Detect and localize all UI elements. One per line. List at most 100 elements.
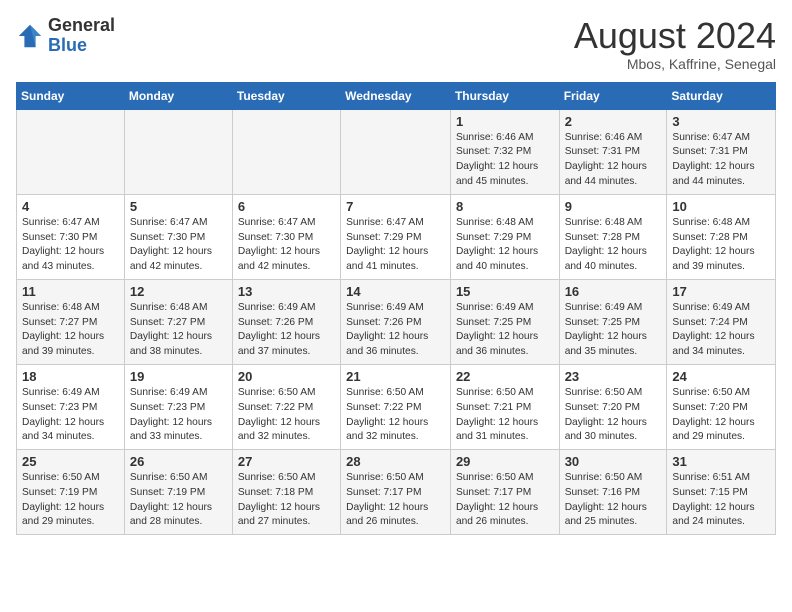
day-number: 6 (238, 199, 335, 214)
day-number: 5 (130, 199, 227, 214)
day-number: 3 (672, 114, 770, 129)
page-header: General Blue August 2024 Mbos, Kaffrine,… (16, 16, 776, 72)
day-info: Sunrise: 6:49 AM Sunset: 7:25 PM Dayligh… (456, 301, 554, 360)
day-info: Sunrise: 6:50 AM Sunset: 7:19 PM Dayligh… (22, 471, 119, 530)
logo: General Blue (16, 16, 115, 56)
column-header-friday: Friday (559, 82, 667, 109)
day-number: 28 (346, 454, 445, 469)
calendar-cell: 27 Sunrise: 6:50 AM Sunset: 7:18 PM Dayli… (232, 450, 340, 535)
day-number: 31 (672, 454, 770, 469)
day-number: 30 (565, 454, 662, 469)
day-info: Sunrise: 6:49 AM Sunset: 7:24 PM Dayligh… (672, 301, 770, 360)
day-info: Sunrise: 6:47 AM Sunset: 7:30 PM Dayligh… (238, 216, 335, 275)
calendar-cell (232, 109, 340, 194)
day-info: Sunrise: 6:48 AM Sunset: 7:29 PM Dayligh… (456, 216, 554, 275)
calendar-cell: 3 Sunrise: 6:47 AM Sunset: 7:31 PM Daylig… (667, 109, 776, 194)
calendar-title: August 2024 (574, 16, 776, 56)
calendar-cell (17, 109, 125, 194)
calendar-week-2: 4 Sunrise: 6:47 AM Sunset: 7:30 PM Daylig… (17, 194, 776, 279)
day-info: Sunrise: 6:51 AM Sunset: 7:15 PM Dayligh… (672, 471, 770, 530)
day-info: Sunrise: 6:47 AM Sunset: 7:30 PM Dayligh… (22, 216, 119, 275)
calendar-cell: 8 Sunrise: 6:48 AM Sunset: 7:29 PM Daylig… (450, 194, 559, 279)
day-number: 18 (22, 369, 119, 384)
calendar-week-1: 1 Sunrise: 6:46 AM Sunset: 7:32 PM Daylig… (17, 109, 776, 194)
day-number: 7 (346, 199, 445, 214)
column-header-wednesday: Wednesday (341, 82, 451, 109)
calendar-cell: 1 Sunrise: 6:46 AM Sunset: 7:32 PM Daylig… (450, 109, 559, 194)
calendar-cell: 30 Sunrise: 6:50 AM Sunset: 7:16 PM Dayli… (559, 450, 667, 535)
day-info: Sunrise: 6:48 AM Sunset: 7:27 PM Dayligh… (22, 301, 119, 360)
day-number: 27 (238, 454, 335, 469)
calendar-cell: 23 Sunrise: 6:50 AM Sunset: 7:20 PM Dayli… (559, 364, 667, 449)
day-info: Sunrise: 6:50 AM Sunset: 7:17 PM Dayligh… (456, 471, 554, 530)
day-number: 8 (456, 199, 554, 214)
calendar-cell: 13Sunrise: 6:49 AM Sunset: 7:26 PM Dayli… (232, 279, 340, 364)
calendar-cell: 5 Sunrise: 6:47 AM Sunset: 7:30 PM Daylig… (124, 194, 232, 279)
calendar-week-4: 18 Sunrise: 6:49 AM Sunset: 7:23 PM Dayli… (17, 364, 776, 449)
calendar-cell: 9 Sunrise: 6:48 AM Sunset: 7:28 PM Daylig… (559, 194, 667, 279)
column-header-tuesday: Tuesday (232, 82, 340, 109)
day-info: Sunrise: 6:50 AM Sunset: 7:20 PM Dayligh… (672, 386, 770, 445)
calendar-cell: 17 Sunrise: 6:49 AM Sunset: 7:24 PM Dayli… (667, 279, 776, 364)
calendar-cell: 24Sunrise: 6:50 AM Sunset: 7:20 PM Dayli… (667, 364, 776, 449)
day-number: 13 (238, 284, 335, 299)
calendar-subtitle: Mbos, Kaffrine, Senegal (574, 56, 776, 72)
calendar-cell: 25Sunrise: 6:50 AM Sunset: 7:19 PM Dayli… (17, 450, 125, 535)
day-info: Sunrise: 6:50 AM Sunset: 7:20 PM Dayligh… (565, 386, 662, 445)
calendar-cell (124, 109, 232, 194)
calendar-cell: 6 Sunrise: 6:47 AM Sunset: 7:30 PM Daylig… (232, 194, 340, 279)
logo-icon (16, 22, 44, 50)
column-header-saturday: Saturday (667, 82, 776, 109)
day-number: 22 (456, 369, 554, 384)
day-info: Sunrise: 6:48 AM Sunset: 7:28 PM Dayligh… (565, 216, 662, 275)
day-info: Sunrise: 6:48 AM Sunset: 7:28 PM Dayligh… (672, 216, 770, 275)
logo-text: General Blue (48, 16, 115, 56)
day-number: 20 (238, 369, 335, 384)
day-info: Sunrise: 6:50 AM Sunset: 7:17 PM Dayligh… (346, 471, 445, 530)
calendar-cell: 11 Sunrise: 6:48 AM Sunset: 7:27 PM Dayli… (17, 279, 125, 364)
calendar-cell: 31 Sunrise: 6:51 AM Sunset: 7:15 PM Dayli… (667, 450, 776, 535)
column-header-thursday: Thursday (450, 82, 559, 109)
day-number: 17 (672, 284, 770, 299)
calendar-cell: 10 Sunrise: 6:48 AM Sunset: 7:28 PM Dayli… (667, 194, 776, 279)
calendar-cell: 18Sunrise: 6:49 AM Sunset: 7:23 PM Dayli… (17, 364, 125, 449)
calendar-header-row: SundayMondayTuesdayWednesdayThursdayFrid… (17, 82, 776, 109)
day-info: Sunrise: 6:47 AM Sunset: 7:31 PM Dayligh… (672, 131, 770, 190)
calendar-cell: 29 Sunrise: 6:50 AM Sunset: 7:17 PM Dayli… (450, 450, 559, 535)
day-info: Sunrise: 6:49 AM Sunset: 7:25 PM Dayligh… (565, 301, 662, 360)
day-info: Sunrise: 6:50 AM Sunset: 7:16 PM Dayligh… (565, 471, 662, 530)
day-number: 11 (22, 284, 119, 299)
title-block: August 2024 Mbos, Kaffrine, Senegal (574, 16, 776, 72)
calendar-cell: 4 Sunrise: 6:47 AM Sunset: 7:30 PM Daylig… (17, 194, 125, 279)
day-info: Sunrise: 6:50 AM Sunset: 7:22 PM Dayligh… (346, 386, 445, 445)
calendar-cell: 7Sunrise: 6:47 AM Sunset: 7:29 PM Daylig… (341, 194, 451, 279)
day-number: 4 (22, 199, 119, 214)
calendar-cell: 16Sunrise: 6:49 AM Sunset: 7:25 PM Dayli… (559, 279, 667, 364)
day-number: 1 (456, 114, 554, 129)
day-info: Sunrise: 6:50 AM Sunset: 7:19 PM Dayligh… (130, 471, 227, 530)
calendar-cell: 20Sunrise: 6:50 AM Sunset: 7:22 PM Dayli… (232, 364, 340, 449)
calendar-body: 1 Sunrise: 6:46 AM Sunset: 7:32 PM Daylig… (17, 109, 776, 535)
day-info: Sunrise: 6:46 AM Sunset: 7:32 PM Dayligh… (456, 131, 554, 190)
calendar-table: SundayMondayTuesdayWednesdayThursdayFrid… (16, 82, 776, 536)
day-info: Sunrise: 6:50 AM Sunset: 7:21 PM Dayligh… (456, 386, 554, 445)
day-number: 26 (130, 454, 227, 469)
day-info: Sunrise: 6:49 AM Sunset: 7:23 PM Dayligh… (130, 386, 227, 445)
day-number: 12 (130, 284, 227, 299)
day-number: 29 (456, 454, 554, 469)
day-info: Sunrise: 6:49 AM Sunset: 7:26 PM Dayligh… (346, 301, 445, 360)
column-header-sunday: Sunday (17, 82, 125, 109)
calendar-cell: 15Sunrise: 6:49 AM Sunset: 7:25 PM Dayli… (450, 279, 559, 364)
calendar-cell: 19Sunrise: 6:49 AM Sunset: 7:23 PM Dayli… (124, 364, 232, 449)
calendar-cell (341, 109, 451, 194)
day-number: 9 (565, 199, 662, 214)
calendar-cell: 22 Sunrise: 6:50 AM Sunset: 7:21 PM Dayli… (450, 364, 559, 449)
day-info: Sunrise: 6:46 AM Sunset: 7:31 PM Dayligh… (565, 131, 662, 190)
calendar-cell: 2Sunrise: 6:46 AM Sunset: 7:31 PM Daylig… (559, 109, 667, 194)
day-info: Sunrise: 6:47 AM Sunset: 7:30 PM Dayligh… (130, 216, 227, 275)
day-info: Sunrise: 6:48 AM Sunset: 7:27 PM Dayligh… (130, 301, 227, 360)
day-info: Sunrise: 6:50 AM Sunset: 7:18 PM Dayligh… (238, 471, 335, 530)
day-number: 23 (565, 369, 662, 384)
column-header-monday: Monday (124, 82, 232, 109)
day-number: 10 (672, 199, 770, 214)
